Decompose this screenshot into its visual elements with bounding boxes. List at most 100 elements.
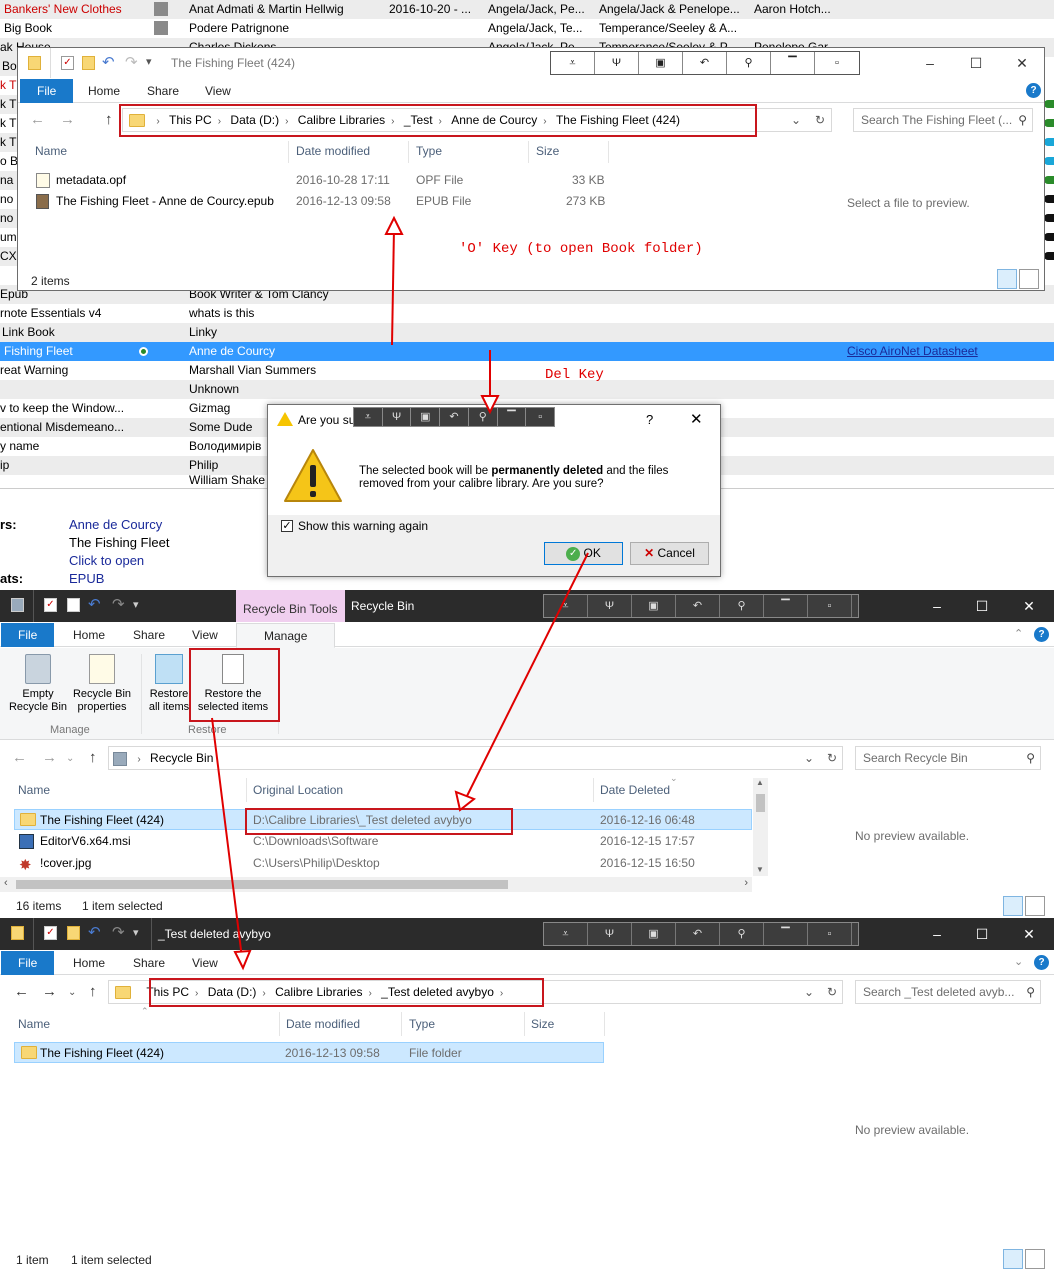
forward-arrow-icon[interactable]: →	[42, 980, 57, 1004]
back-arrow-icon[interactable]: ←	[12, 746, 27, 770]
scroll-up-icon[interactable]: ▲	[756, 778, 764, 787]
vertical-scrollbar[interactable]: ▲ ▼	[753, 778, 768, 876]
tab-view[interactable]: View	[178, 623, 232, 647]
tab-view[interactable]: View	[178, 951, 232, 975]
book-row[interactable]: rnote Essentials v4 whats is this	[0, 304, 1054, 323]
details-view-icon[interactable]	[1003, 1249, 1023, 1269]
undo-icon[interactable]: ↶	[88, 923, 101, 941]
push-pin-icon[interactable]: ⚲	[720, 923, 764, 945]
pin-icon[interactable]: Ψ	[383, 408, 412, 426]
customize-qat-icon[interactable]: ▾	[146, 55, 152, 68]
up-arrow-icon[interactable]: ↑	[105, 108, 113, 132]
help-icon[interactable]: ?	[1026, 83, 1041, 98]
customize-qat-icon[interactable]: ▾	[133, 926, 139, 939]
undo-icon[interactable]: ↶	[440, 408, 469, 426]
file-row[interactable]: The Fishing Fleet - Anne de Courcy.epub …	[32, 191, 612, 212]
help-icon[interactable]: ?	[1034, 627, 1049, 642]
close-icon[interactable]: ✕	[999, 48, 1045, 78]
details-view-icon[interactable]	[1003, 896, 1023, 916]
book-row[interactable]: Bankers' New Clothes Anat Admati & Marti…	[0, 0, 1054, 19]
push-pin-icon[interactable]: ⚲	[469, 408, 498, 426]
column-name[interactable]: Name	[35, 141, 67, 161]
tab-file[interactable]: File	[1, 951, 55, 975]
preview-view-icon[interactable]	[1025, 896, 1045, 916]
column-size[interactable]: Size	[531, 1014, 554, 1034]
close-icon[interactable]: ✕	[1006, 918, 1052, 948]
horizontal-scrollbar[interactable]: ‹ ›	[0, 877, 752, 892]
book-row[interactable]: Unknown	[0, 380, 1054, 399]
recycle-bin-tools-tab[interactable]: Recycle Bin Tools	[236, 590, 345, 622]
scroll-down-icon[interactable]: ▼	[756, 865, 764, 874]
dialog-help-button[interactable]: ?	[646, 412, 653, 427]
tab-share[interactable]: Share	[119, 951, 179, 975]
book-row[interactable]: Big Book Podere Patrignone Angela/Jack, …	[0, 19, 1054, 38]
tab-home[interactable]: Home	[59, 951, 119, 975]
book-row[interactable]: Link Book Linky	[0, 323, 1054, 342]
tab-view[interactable]: View	[191, 79, 245, 103]
recent-locations-icon[interactable]: ⌄	[66, 753, 74, 764]
file-row[interactable]: ✸ !cover.jpg C:\Users\Philip\Desktop 201…	[14, 853, 752, 874]
file-row-selected[interactable]: The Fishing Fleet (424) 2016-12-13 09:58…	[14, 1042, 604, 1063]
minimize-bar-icon[interactable]: ▔	[771, 52, 815, 74]
scrollbar-thumb[interactable]	[16, 880, 508, 889]
down-arrow-icon[interactable]: ⩡	[544, 595, 588, 617]
recent-locations-icon[interactable]: ⌄	[68, 987, 76, 998]
properties-icon[interactable]: ✓	[44, 926, 57, 940]
minimize-bar-icon[interactable]: ▔	[764, 595, 808, 617]
undo-icon[interactable]: ↶	[683, 52, 727, 74]
file-row[interactable]: metadata.opf 2016-10-28 17:11 OPF File 3…	[32, 170, 612, 191]
chevron-down-icon[interactable]: ⌄	[804, 981, 814, 1003]
column-type[interactable]: Type	[409, 1014, 435, 1034]
new-folder-icon[interactable]	[82, 56, 95, 70]
down-arrow-icon[interactable]: ⩡	[354, 408, 383, 426]
window-icon[interactable]: ▣	[411, 408, 441, 426]
minimize-bar-icon[interactable]: ▔	[498, 408, 527, 426]
tab-home[interactable]: Home	[59, 623, 119, 647]
collapse-ribbon-icon[interactable]: ⌃	[1014, 627, 1023, 640]
preview-view-icon[interactable]	[1019, 269, 1039, 289]
search-input[interactable]: Search The Fishing Fleet (... ⚲	[853, 108, 1033, 132]
refresh-icon[interactable]: ↻	[815, 109, 825, 131]
new-folder-icon[interactable]	[67, 926, 80, 940]
dot-icon[interactable]: ▫	[526, 408, 554, 426]
properties-icon[interactable]: ✓	[61, 56, 74, 70]
search-input[interactable]: Search _Test deleted avyb... ⚲	[855, 980, 1041, 1004]
minimize-icon[interactable]: –	[907, 48, 953, 78]
expand-ribbon-icon[interactable]: ⌄	[1014, 955, 1023, 968]
down-arrow-icon[interactable]: ⩡	[551, 52, 595, 74]
column-original-location[interactable]: Original Location	[253, 780, 343, 800]
column-date-modified[interactable]: Date modified	[286, 1014, 360, 1034]
details-view-icon[interactable]	[997, 269, 1017, 289]
forward-arrow-icon[interactable]: →	[42, 746, 57, 770]
scroll-right-icon[interactable]: ›	[744, 877, 748, 889]
customize-qat-icon[interactable]: ▾	[133, 598, 139, 611]
preview-view-icon[interactable]	[1025, 1249, 1045, 1269]
column-date-modified[interactable]: Date modified	[296, 141, 370, 161]
column-date-deleted[interactable]: Date Deleted	[600, 780, 670, 800]
pin-icon[interactable]: Ψ	[595, 52, 639, 74]
chevron-down-icon[interactable]: ⌄	[791, 109, 801, 131]
tab-home[interactable]: Home	[74, 79, 134, 103]
redo-icon[interactable]: ↷	[112, 595, 125, 613]
tab-share[interactable]: Share	[133, 79, 193, 103]
show-warning-checkbox[interactable]: ✓	[281, 520, 293, 532]
push-pin-icon[interactable]: ⚲	[727, 52, 771, 74]
detail-author-link[interactable]: Anne de Courcy	[69, 517, 162, 532]
maximize-icon[interactable]: ☐	[953, 48, 999, 78]
empty-recycle-bin-button[interactable]: Empty Recycle Bin	[8, 652, 68, 714]
pin-icon[interactable]: Ψ	[588, 923, 632, 945]
scrollbar-thumb[interactable]	[756, 794, 765, 812]
book-link[interactable]: Cisco AiroNet Datasheet	[847, 342, 978, 361]
column-size[interactable]: Size	[536, 141, 559, 161]
column-type[interactable]: Type	[416, 141, 442, 161]
column-name[interactable]: Name	[18, 780, 50, 800]
undo-icon[interactable]: ↶	[676, 595, 720, 617]
tab-manage[interactable]: Manage	[236, 623, 336, 648]
up-arrow-icon[interactable]: ↑	[89, 746, 97, 770]
breadcrumb-recycle-bin[interactable]: Recycle Bin	[146, 747, 217, 769]
minimize-icon[interactable]: –	[914, 918, 960, 948]
minimize-icon[interactable]: –	[914, 590, 960, 620]
refresh-icon[interactable]: ↻	[827, 747, 837, 769]
redo-icon[interactable]: ↷	[112, 923, 125, 941]
chevron-down-icon[interactable]: ⌄	[804, 747, 814, 769]
